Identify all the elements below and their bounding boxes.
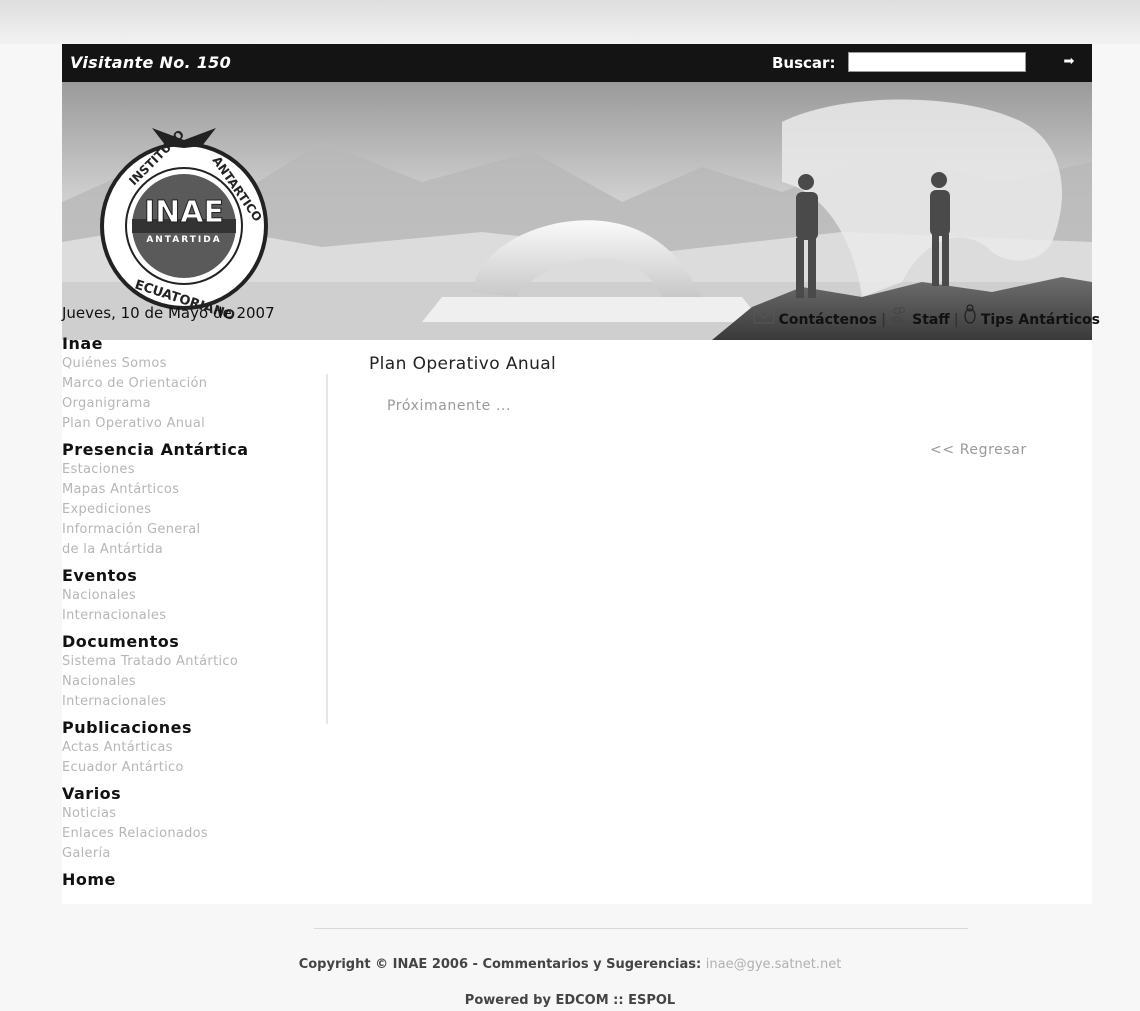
footer-divider bbox=[314, 928, 968, 929]
nav-link-info-general-cont[interactable]: de la Antártida bbox=[62, 540, 326, 560]
nav-link-info-general[interactable]: Información General bbox=[62, 520, 326, 540]
contact-link[interactable]: Contáctenos bbox=[779, 312, 877, 328]
envelope-icon bbox=[752, 310, 775, 328]
home-link[interactable]: Home bbox=[62, 870, 326, 890]
powered-by: Powered by EDCOM :: ESPOL bbox=[464, 993, 676, 1008]
nav-link-docs-internacionales[interactable]: Internacionales bbox=[62, 692, 326, 712]
nav-link-estaciones[interactable]: Estaciones bbox=[62, 460, 326, 480]
staff-people-icon bbox=[890, 306, 908, 328]
sidebar-nav: Inae Quiénes Somos Marco de Orientación … bbox=[62, 334, 326, 934]
nav-link-actas[interactable]: Actas Antárticas bbox=[62, 738, 326, 758]
search-label: Buscar: bbox=[772, 54, 836, 72]
nav-link-organigrama[interactable]: Organigrama bbox=[62, 394, 326, 414]
back-link[interactable]: << Regresar bbox=[930, 442, 1027, 458]
sidebar-divider bbox=[326, 374, 328, 724]
nav-section-title: Presencia Antártica bbox=[62, 440, 249, 459]
nav-section-publicaciones: Publicaciones Actas Antárticas Ecuador A… bbox=[62, 718, 326, 778]
nav-section-title: Publicaciones bbox=[62, 718, 193, 737]
nav-link-plan-operativo[interactable]: Plan Operativo Anual bbox=[62, 414, 326, 434]
nav-link-eventos-internacionales[interactable]: Internacionales bbox=[62, 606, 326, 626]
nav-link-noticias[interactable]: Noticias bbox=[62, 804, 326, 824]
separator: | bbox=[881, 312, 887, 328]
nav-link-galeria[interactable]: Galería bbox=[62, 844, 326, 864]
search-go-arrow-icon[interactable]: ➡ bbox=[1062, 54, 1076, 70]
nav-section-varios: Varios Noticias Enlaces Relacionados Gal… bbox=[62, 784, 326, 864]
search-input[interactable] bbox=[848, 52, 1026, 72]
nav-section-title: Varios bbox=[62, 784, 122, 803]
nav-link-eventos-nacionales[interactable]: Nacionales bbox=[62, 586, 326, 606]
top-links: Contáctenos | Staff | Tips Antárticos bbox=[752, 304, 1100, 328]
nav-link-enlaces[interactable]: Enlaces Relacionados bbox=[62, 824, 326, 844]
footer-copyright-line: Copyright © INAE 2006 - Commentarios y S… bbox=[0, 955, 1140, 975]
nav-link-marco[interactable]: Marco de Orientación bbox=[62, 374, 326, 394]
nav-section-eventos: Eventos Nacionales Internacionales bbox=[62, 566, 326, 626]
svg-text:ANTARTIDA: ANTARTIDA bbox=[146, 235, 221, 245]
footer: Copyright © INAE 2006 - Commentarios y S… bbox=[0, 955, 1140, 1011]
copyright-text: Copyright © INAE 2006 - Commentarios y S… bbox=[298, 957, 702, 972]
nav-section-documentos: Documentos Sistema Tratado Antártico Nac… bbox=[62, 632, 326, 712]
page-container: Visitante No. 150 Buscar: ➡ INAE ANTARTI… bbox=[62, 44, 1100, 904]
scan-border bbox=[0, 0, 1140, 44]
nav-section-title: Documentos bbox=[62, 632, 180, 651]
nav-section-inae: Inae Quiénes Somos Marco de Orientación … bbox=[62, 334, 326, 434]
nav-link-docs-nacionales[interactable]: Nacionales bbox=[62, 672, 326, 692]
nav-link-expediciones[interactable]: Expediciones bbox=[62, 500, 326, 520]
nav-section-title: Inae bbox=[62, 334, 103, 353]
current-date: Jueves, 10 de Mayo de 2007 bbox=[62, 304, 275, 322]
nav-link-tratado[interactable]: Sistema Tratado Antártico bbox=[62, 652, 326, 672]
nav-link-ecuador-antartico[interactable]: Ecuador Antártico bbox=[62, 758, 326, 778]
separator: | bbox=[953, 312, 959, 328]
nav-section-title: Eventos bbox=[62, 566, 138, 585]
email-link[interactable]: inae@gye.satnet.net bbox=[706, 957, 842, 972]
visitor-counter: Visitante No. 150 bbox=[70, 53, 232, 72]
date-row: Jueves, 10 de Mayo de 2007 Contáctenos |… bbox=[62, 302, 1100, 328]
nav-link-quienes-somos[interactable]: Quiénes Somos bbox=[62, 354, 326, 374]
content-text: Próximanente ... bbox=[387, 398, 512, 414]
top-bar: Visitante No. 150 Buscar: ➡ bbox=[62, 44, 1092, 82]
nav-link-mapas[interactable]: Mapas Antárticos bbox=[62, 480, 326, 500]
page-title: Plan Operativo Anual bbox=[369, 354, 557, 374]
staff-link[interactable]: Staff bbox=[912, 312, 950, 328]
svg-text:INAE: INAE bbox=[144, 195, 224, 230]
penguin-icon bbox=[963, 304, 977, 328]
tips-link[interactable]: Tips Antárticos bbox=[981, 312, 1100, 328]
nav-section-presencia: Presencia Antártica Estaciones Mapas Ant… bbox=[62, 440, 326, 560]
